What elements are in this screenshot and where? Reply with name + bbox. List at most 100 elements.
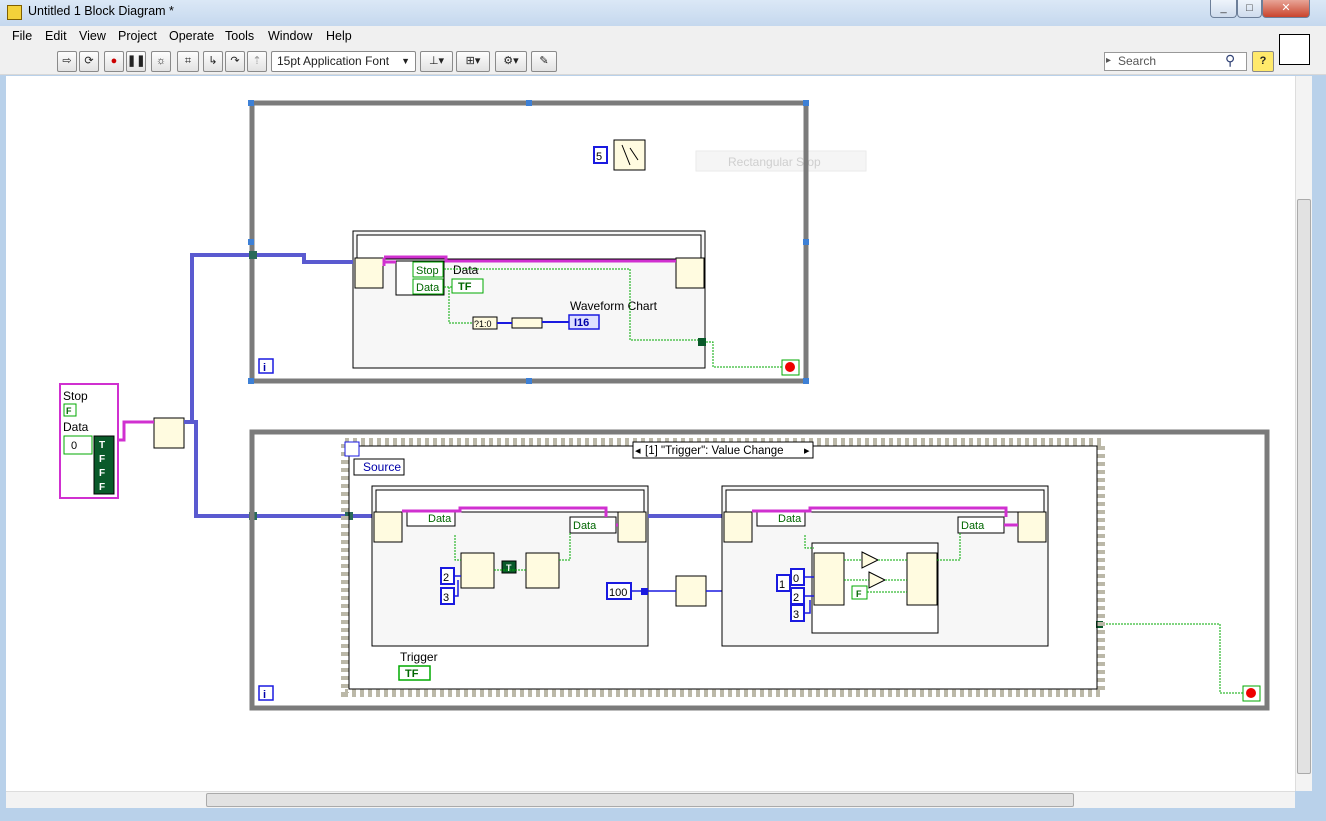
ref-wire [184,253,353,424]
source-text: Source [363,460,401,474]
array-subset-icon[interactable] [460,552,495,589]
step-into-icon[interactable]: ↳ [203,51,223,72]
search-icon[interactable]: ⚲ [1225,52,1235,69]
bundle-node-icon[interactable] [675,257,705,289]
event-selector-text: [1] "Trigger": Value Change [645,445,784,457]
const-2a-text: 2 [443,572,449,584]
left-data-a-text: Data [428,513,452,525]
menu-file[interactable]: File [12,29,32,43]
iter-text-top: i [263,362,266,374]
horizontal-scroll-thumb[interactable] [206,793,1074,807]
replace-subset-icon[interactable] [525,552,560,589]
stop-wire [706,341,782,368]
new-data-value-ref-icon[interactable] [153,417,185,449]
timeout-terminal-icon[interactable] [344,441,360,457]
resize-handle[interactable] [803,239,809,245]
block-diagram-window: Untitled 1 Block Diagram * _ □ ✕ File Ed… [0,0,1326,821]
array-index-value: 0 [71,440,77,452]
const-f-text: F [856,589,862,599]
const-2b-text: 2 [793,592,799,604]
num-ind-text: I16 [574,317,589,329]
chevron-down-icon: ▼ [401,56,410,66]
step-out-icon[interactable]: ⇡ [247,51,267,72]
menu-window[interactable]: Window [268,29,312,43]
font-value: 15pt Application Font [277,54,390,68]
resize-handle[interactable] [526,378,532,384]
run-button[interactable]: ⇨ [57,51,77,72]
abort-button[interactable]: ● [104,51,124,72]
menu-help[interactable]: Help [326,29,352,43]
search-arrow-icon: ▸ [1106,55,1112,66]
minimize-button[interactable]: _ [1210,0,1237,18]
retain-wire-values-icon[interactable]: ⌗ [177,51,199,72]
resize-handle[interactable] [248,239,254,245]
resize-handle[interactable] [248,378,254,384]
vi-icon[interactable] [1279,34,1310,65]
menu-edit[interactable]: Edit [45,29,67,43]
menu-project[interactable]: Project [118,29,157,43]
horizontal-scrollbar[interactable] [6,791,1295,808]
run-continuously-button[interactable]: ⟳ [79,51,99,72]
align-objects-icon[interactable]: ⊥▾ [420,51,453,72]
shift-register-terminal[interactable] [698,338,706,346]
maximize-button[interactable]: □ [1237,0,1262,18]
cluster-stop-text: Stop [416,265,439,277]
resize-handle[interactable] [803,378,809,384]
tunnel[interactable] [249,251,257,259]
replace-array-icon[interactable] [906,552,938,606]
distribute-objects-icon[interactable]: ⊞▾ [456,51,490,72]
const-3b-text: 3 [793,609,799,621]
array-index[interactable] [63,435,93,455]
stop-icon [1246,688,1256,698]
bool-array-3: F [99,482,105,493]
context-help-button[interactable]: ? [1252,51,1274,72]
menu-view[interactable]: View [79,29,106,43]
wait-const-value: 5 [596,151,602,163]
bool-array-1: F [99,454,105,465]
pause-button[interactable]: ❚❚ [126,51,146,72]
diagram-svg: Rectangular Stop 5 Stop Data Data TF ?1:… [59,100,1270,711]
wait-node-icon[interactable] [675,575,707,607]
menu-bar: File Edit View Project Operate Tools Win… [0,26,1326,48]
iter-text-bottom: i [263,689,266,701]
menu-operate[interactable]: Operate [169,29,214,43]
title-bar: Untitled 1 Block Diagram * _ □ ✕ [0,0,1326,26]
unbundle-node-icon[interactable] [723,511,753,543]
inplace-header-top [356,234,702,260]
convert-text: ?1:0 [474,319,492,329]
resize-handle[interactable] [248,100,254,106]
bundle-node-icon[interactable] [1017,511,1047,543]
stop-bool-text: F [66,406,72,416]
unbundle-node-icon[interactable] [354,257,384,289]
cluster-wire [118,420,154,442]
data-label: Data [453,263,479,277]
vertical-scroll-thumb[interactable] [1297,199,1311,774]
bundle-node-icon[interactable] [617,511,647,543]
reorder-icon[interactable]: ⚙▾ [495,51,527,72]
to-i16-icon[interactable] [511,317,543,329]
index-array-icon[interactable] [813,552,845,606]
step-over-icon[interactable]: ↷ [225,51,245,72]
close-button[interactable]: ✕ [1262,0,1310,18]
bool-indicator-text: TF [458,281,472,293]
menu-tools[interactable]: Tools [225,29,254,43]
resize-handle[interactable] [803,100,809,106]
vertical-scrollbar[interactable] [1295,76,1312,791]
block-diagram-canvas[interactable]: Rectangular Stop 5 Stop Data Data TF ?1:… [6,76,1295,791]
const-t-text: T [506,563,512,573]
font-dropdown[interactable]: 15pt Application Font ▼ [271,51,416,72]
chevron-left-icon[interactable]: ◂ [635,445,641,457]
cluster-data-text: Data [416,282,440,294]
resize-handle[interactable] [526,100,532,106]
stop-icon [785,362,795,372]
unbundle-node-icon[interactable] [373,511,403,543]
stop-wire [1100,623,1243,694]
highlight-execution-icon[interactable]: ☼ [151,51,171,72]
cluster-const-stop-label: Stop [63,389,88,403]
chevron-right-icon[interactable]: ▸ [804,445,810,457]
left-data-b-text: Data [573,520,597,532]
const-1-text: 1 [779,579,785,591]
window-title: Untitled 1 Block Diagram * [28,4,174,18]
cleanup-diagram-icon[interactable]: ✎ [531,51,557,72]
wait-ms-icon[interactable] [613,139,646,171]
